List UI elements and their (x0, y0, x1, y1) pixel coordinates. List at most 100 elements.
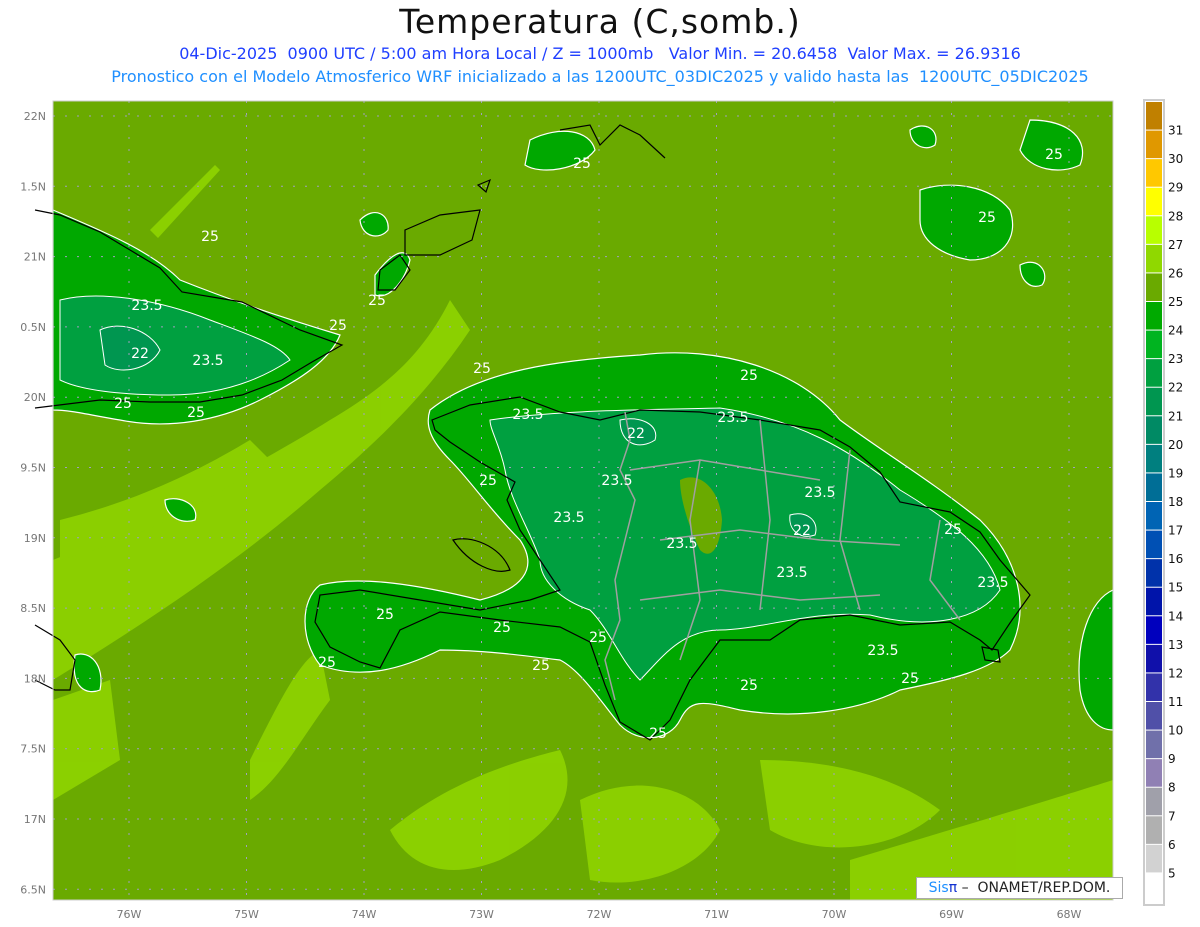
colorbar-label: 7 (1168, 809, 1176, 823)
lon-label: 74W (352, 908, 377, 921)
colorbar-label: 19 (1168, 466, 1183, 480)
colorbar-swatch (1146, 759, 1162, 787)
colorbar-label: 17 (1168, 524, 1183, 538)
colorbar-label: 13 (1168, 638, 1183, 652)
colorbar-label: 20 (1168, 438, 1183, 452)
colorbar-label: 25 (1168, 295, 1183, 309)
colorbar-swatch (1146, 216, 1162, 244)
contour-label: 23.5 (131, 298, 162, 314)
colorbar-swatch (1146, 844, 1162, 873)
colorbar-label: 14 (1168, 609, 1183, 623)
credit-pi: π (948, 880, 958, 896)
colorbar-swatch (1146, 616, 1162, 644)
colorbar-label: 16 (1168, 552, 1183, 566)
contour-label: 25 (573, 156, 591, 172)
colorbar-swatch (1146, 730, 1162, 759)
contour-label: 25 (329, 318, 347, 334)
colorbar-swatch (1146, 816, 1162, 844)
lat-label: 7.5N (20, 743, 46, 756)
lon-label: 73W (469, 908, 494, 921)
contour-label: 25 (740, 368, 758, 384)
colorbar: 31 30 29 28 27 26 25 24 23 22 21 20 19 18 17 16 15 14 13 12… (1143, 99, 1183, 906)
contour-label: 23.5 (601, 473, 632, 489)
colorbar-swatch (1146, 102, 1162, 130)
colorbar-swatch (1146, 787, 1162, 816)
colorbar-label: 28 (1168, 209, 1183, 223)
colorbar-swatch (1146, 387, 1162, 416)
lon-label: 68W (1057, 908, 1082, 921)
lon-label: 72W (587, 908, 612, 921)
colorbar-label: 12 (1168, 666, 1183, 680)
colorbar-swatch (1146, 187, 1162, 216)
contour-label: 22 (627, 426, 645, 442)
contour-label: 25 (201, 229, 219, 245)
credit-text: – ONAMET/REP.DOM. (957, 880, 1111, 896)
contour-label: 25 (114, 396, 132, 412)
lon-label: 75W (234, 908, 259, 921)
colorbar-swatch (1146, 273, 1162, 301)
colorbar-swatch (1146, 330, 1162, 359)
colorbar-label: 30 (1168, 152, 1183, 166)
lat-label: 18N (24, 672, 46, 685)
lat-label: 6.5N (20, 883, 46, 896)
colorbar-label: 21 (1168, 409, 1183, 423)
contour-label: 23.5 (867, 643, 898, 659)
lat-label: 9.5N (20, 462, 46, 475)
lon-label: 69W (939, 908, 964, 921)
contour-label: 25 (493, 620, 511, 636)
colorbar-label: 22 (1168, 381, 1183, 395)
lat-label: 8.5N (20, 602, 46, 615)
contour-label: 25 (318, 655, 336, 671)
colorbar-swatch (1146, 473, 1162, 501)
lat-label: 20N (24, 391, 46, 404)
contour-label: 25 (649, 726, 667, 742)
contour-label: 25 (532, 658, 550, 674)
contour-label: 22 (793, 523, 811, 539)
colorbar-swatch (1146, 644, 1162, 673)
colorbar-label: 23 (1168, 352, 1183, 366)
lat-label: 1.5N (20, 180, 46, 193)
colorbar-swatch (1146, 416, 1162, 444)
contour-label: 22 (131, 346, 149, 362)
lon-label: 76W (117, 908, 142, 921)
colorbar-swatch (1146, 159, 1162, 187)
contour-label: 25 (1045, 147, 1063, 163)
contour-label: 25 (740, 678, 758, 694)
colorbar-label: 27 (1168, 238, 1183, 252)
contour-label: 25 (944, 522, 962, 538)
colorbar-label: 6 (1168, 838, 1176, 852)
lon-label: 71W (704, 908, 729, 921)
colorbar-swatch (1146, 359, 1162, 387)
colorbar-swatch (1146, 673, 1162, 701)
colorbar-label: 29 (1168, 181, 1183, 195)
contour-label: 25 (978, 210, 996, 226)
colorbar-label: 31 (1168, 124, 1183, 138)
lat-label: 19N (24, 532, 46, 545)
colorbar-label: 18 (1168, 495, 1183, 509)
contour-label: 23.5 (804, 485, 835, 501)
colorbar-label: 9 (1168, 752, 1176, 766)
colorbar-swatch (1146, 302, 1162, 330)
colorbar-label: 10 (1168, 724, 1183, 738)
credit-box: Sis π – ONAMET/REP.DOM. (916, 877, 1123, 899)
lat-label: 21N (24, 251, 46, 264)
contour-label: 23.5 (977, 575, 1008, 591)
lat-label: 0.5N (20, 321, 46, 334)
colorbar-swatch (1146, 873, 1162, 901)
contour-label: 25 (479, 473, 497, 489)
contour-label: 23.5 (192, 353, 223, 369)
colorbar-label: 15 (1168, 581, 1183, 595)
colorbar-swatch (1146, 559, 1162, 587)
lon-label: 70W (822, 908, 847, 921)
colorbar-label: 24 (1168, 324, 1183, 338)
contour-label: 25 (589, 630, 607, 646)
colorbar-label: 5 (1168, 866, 1176, 880)
colorbar-label: 26 (1168, 266, 1183, 280)
contour-label: 23.5 (776, 565, 807, 581)
colorbar-label: 11 (1168, 695, 1183, 709)
credit-sis: Sis (928, 880, 949, 896)
colorbar-swatch (1146, 444, 1162, 473)
colorbar-swatch (1146, 244, 1162, 273)
contour-label: 25 (368, 293, 386, 309)
colorbar-label: 8 (1168, 781, 1176, 795)
